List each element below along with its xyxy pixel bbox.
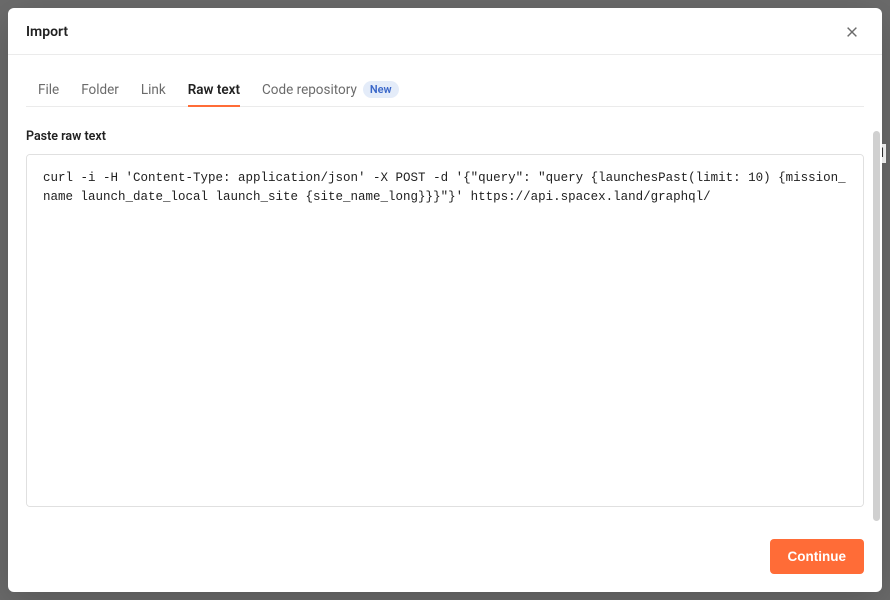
tab-label: Folder (81, 82, 119, 98)
tab-label: Raw text (188, 82, 240, 98)
tab-raw-text[interactable]: Raw text (188, 74, 240, 106)
continue-button[interactable]: Continue (770, 539, 865, 574)
tab-label: Code repository (262, 82, 357, 98)
modal-title: Import (26, 24, 68, 40)
modal-body: File Folder Link Raw text Code repositor… (8, 55, 882, 525)
tab-file[interactable]: File (38, 74, 59, 106)
tab-code-repository[interactable]: Code repository New (262, 73, 399, 106)
scrollbar[interactable] (873, 131, 880, 521)
new-badge: New (363, 81, 399, 98)
import-modal: Import File Folder Link Raw text Code re… (8, 8, 882, 592)
raw-text-textarea-wrapper (26, 154, 864, 507)
paste-raw-text-label: Paste raw text (26, 129, 864, 144)
tab-label: Link (141, 82, 166, 98)
close-icon (845, 25, 859, 39)
tab-link[interactable]: Link (141, 74, 166, 106)
import-tabs: File Folder Link Raw text Code repositor… (26, 55, 864, 107)
tab-label: File (38, 82, 59, 98)
close-button[interactable] (840, 20, 864, 44)
scrollbar-thumb[interactable] (873, 131, 880, 521)
modal-header: Import (8, 8, 882, 55)
tab-folder[interactable]: Folder (81, 74, 119, 106)
raw-text-input[interactable] (27, 155, 863, 506)
modal-footer: Continue (8, 525, 882, 592)
